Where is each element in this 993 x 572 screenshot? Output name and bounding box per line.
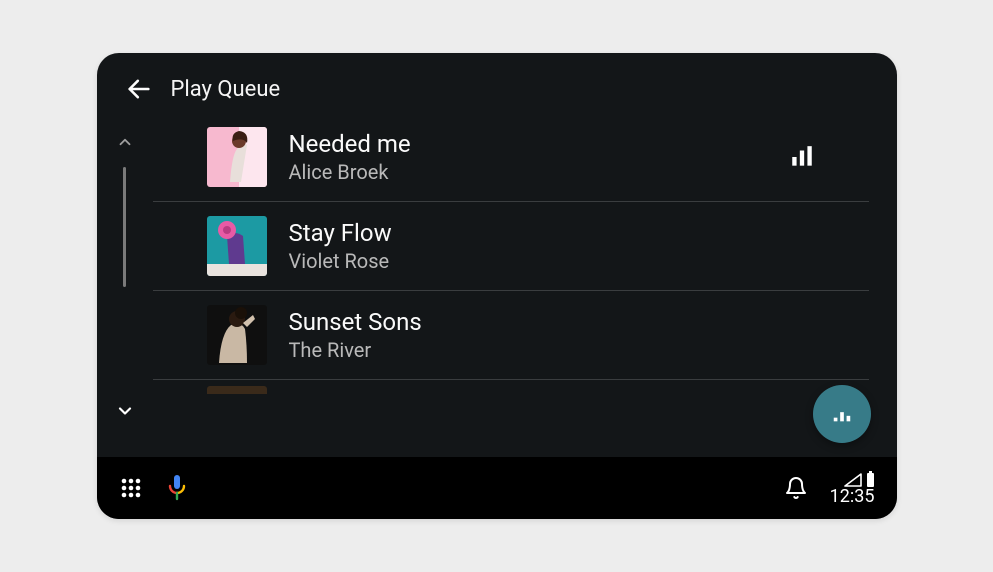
queue-row-text: Sunset Sons The River [289,307,815,363]
chevron-down-icon [115,401,135,421]
album-art [207,216,267,276]
apps-grid-icon [119,476,143,500]
battery-icon [866,471,875,487]
cellular-signal-icon [844,473,862,487]
track-title: Sunset Sons [289,307,815,337]
scroll-controls [97,121,153,457]
arrow-back-icon [125,75,153,103]
scroll-down-button[interactable] [111,397,139,429]
queue-row[interactable]: Needed me Alice Broek [153,121,869,202]
page-title: Play Queue [171,77,281,102]
track-artist: Alice Broek [289,159,767,185]
chevron-up-icon [116,133,134,151]
scroll-up-button[interactable] [112,129,138,159]
voice-assistant-button[interactable] [165,474,189,502]
track-artist: The River [289,337,815,363]
queue-row[interactable]: Sunset Sons The River [153,291,869,380]
track-artist: Violet Rose [289,248,815,274]
track-title: Stay Flow [289,218,815,248]
album-art [207,386,267,394]
equalizer-icon [831,403,853,425]
queue-row-partial[interactable] [153,380,869,390]
bell-icon [784,476,808,500]
content-area: Needed me Alice Broek [97,113,897,457]
album-art [207,127,267,187]
notifications-button[interactable] [784,476,808,500]
clock: 12:35 [830,488,875,506]
now-playing-equalizer-icon [789,144,815,170]
queue-list: Needed me Alice Broek [153,121,897,457]
now-playing-fab[interactable] [813,385,871,443]
scroll-thumb[interactable] [123,167,126,287]
status-area: 12:35 [830,471,875,506]
header: Play Queue [97,53,897,113]
microphone-icon [165,474,189,502]
media-app-window: Play Queue [97,53,897,519]
system-bottom-bar: 12:35 [97,457,897,519]
queue-row[interactable]: Stay Flow Violet Rose [153,202,869,291]
queue-row-text: Stay Flow Violet Rose [289,218,815,274]
back-button[interactable] [125,75,153,103]
album-art [207,305,267,365]
track-title: Needed me [289,129,767,159]
apps-button[interactable] [119,476,143,500]
queue-row-text: Needed me Alice Broek [289,129,767,185]
